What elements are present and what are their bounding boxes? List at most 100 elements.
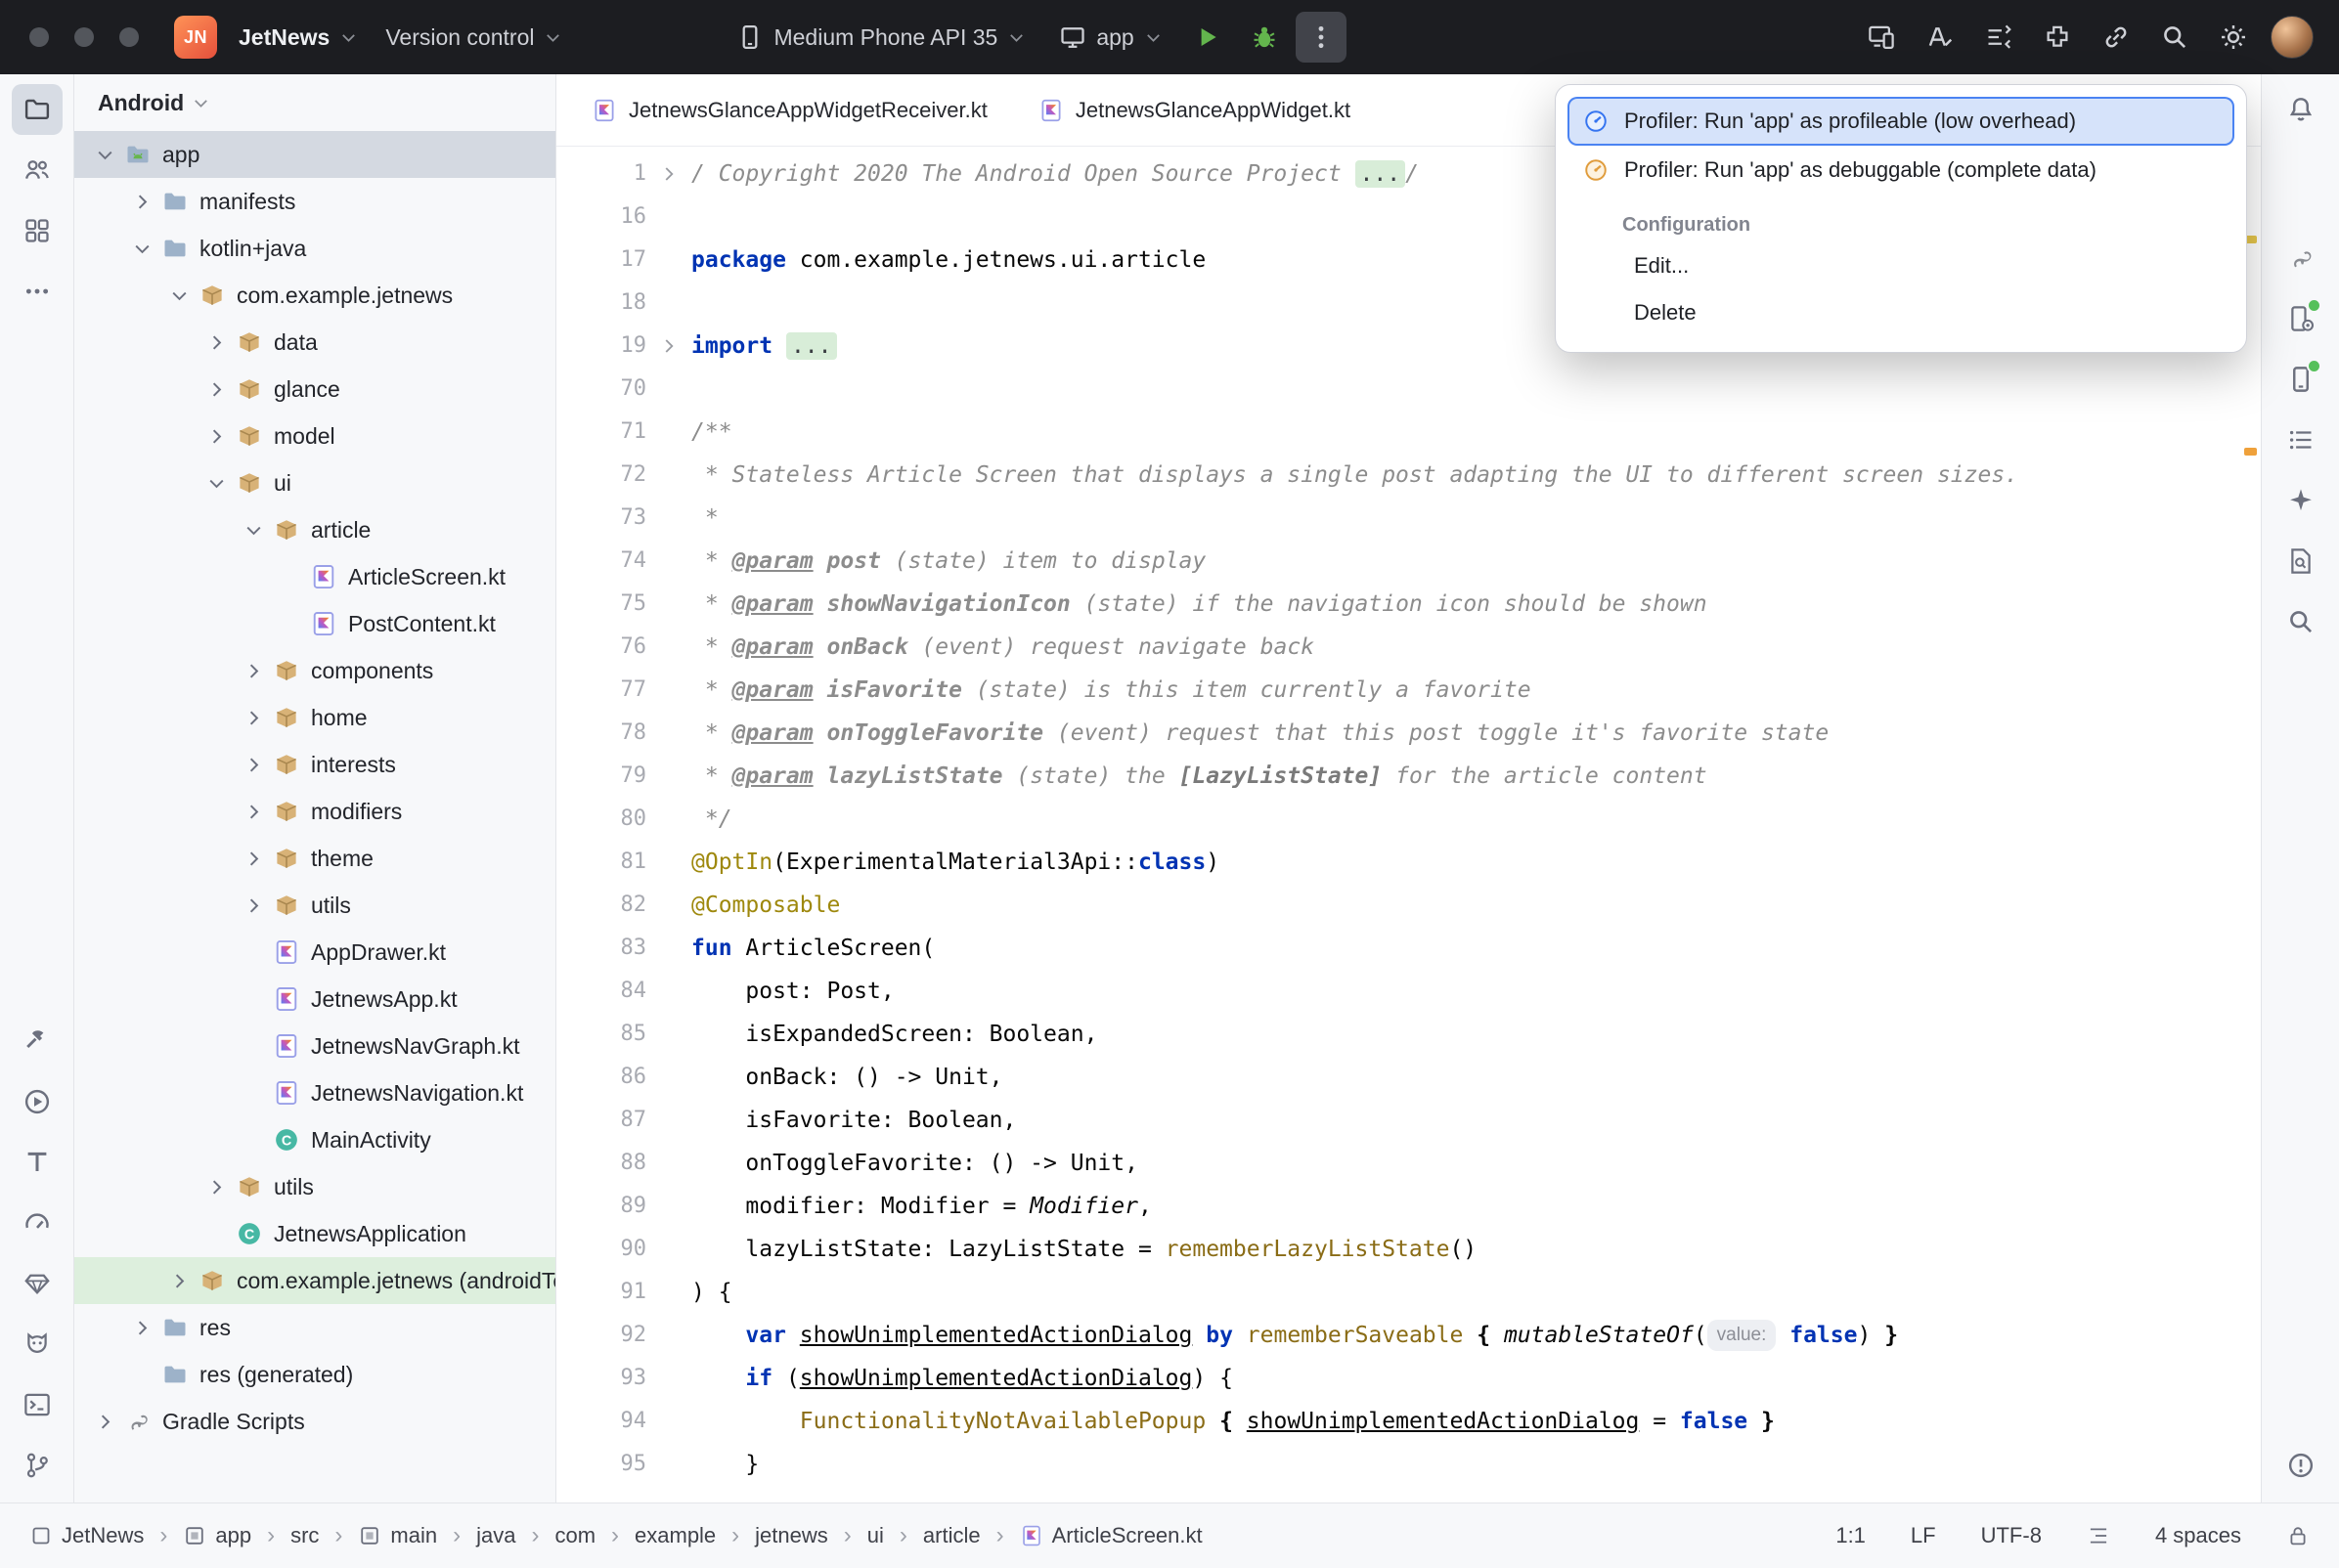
- editor-tab-JetnewsGlanceAppWidgetReceiver.kt[interactable]: JetnewsGlanceAppWidgetReceiver.kt: [566, 74, 1013, 146]
- code-line-82[interactable]: 82@Composable: [556, 884, 2261, 927]
- chevron-right-icon[interactable]: [199, 332, 233, 353]
- chevron-right-icon[interactable]: [237, 755, 270, 775]
- tree-item-PostContent.kt[interactable]: PostContent.kt: [74, 600, 555, 647]
- chevron-right-icon[interactable]: [237, 802, 270, 822]
- code-line-87[interactable]: 87 isFavorite: Boolean,: [556, 1099, 2261, 1142]
- breadcrumb-ArticleScreen.kt[interactable]: ArticleScreen.kt: [1020, 1523, 1203, 1548]
- code-inspection-icon[interactable]: [1915, 12, 1965, 63]
- file-encoding[interactable]: UTF-8: [1981, 1523, 2042, 1548]
- find-icon[interactable]: [2275, 596, 2326, 647]
- breadcrumb-JetNews[interactable]: JetNews: [29, 1523, 144, 1548]
- breadcrumb-src[interactable]: src: [290, 1523, 319, 1548]
- breadcrumb-main[interactable]: main: [358, 1523, 437, 1548]
- user-avatar[interactable]: [2271, 16, 2314, 59]
- tree-item-interests[interactable]: interests: [74, 741, 555, 788]
- code-line-93[interactable]: 93 if (showUnimplementedActionDialog) {: [556, 1357, 2261, 1400]
- chevron-down-icon[interactable]: [199, 473, 233, 494]
- tree-item-JetnewsNavGraph.kt[interactable]: JetnewsNavGraph.kt: [74, 1023, 555, 1069]
- tree-item-utils[interactable]: utils: [74, 1163, 555, 1210]
- run-button[interactable]: [1182, 12, 1233, 63]
- app-inspection-icon[interactable]: [12, 1258, 63, 1309]
- code-line-75[interactable]: 75 * @param showNavigationIcon (state) i…: [556, 583, 2261, 626]
- delete-configuration-option[interactable]: Delete: [1567, 289, 2234, 336]
- logcat-icon[interactable]: [12, 1319, 63, 1370]
- chevron-right-icon[interactable]: [88, 1412, 121, 1432]
- tree-item-app[interactable]: app: [74, 131, 555, 178]
- tree-item-com.example.jetnews-androidTest-[interactable]: com.example.jetnews (androidTest): [74, 1257, 555, 1304]
- code-line-89[interactable]: 89 modifier: Modifier = Modifier,: [556, 1185, 2261, 1228]
- tree-item-kotlin+java[interactable]: kotlin+java: [74, 225, 555, 272]
- version-control-icon[interactable]: [12, 1440, 63, 1491]
- resource-manager-icon[interactable]: [12, 205, 63, 256]
- more-run-options-button[interactable]: [1296, 12, 1346, 63]
- tree-item-ArticleScreen.kt[interactable]: ArticleScreen.kt: [74, 553, 555, 600]
- chevron-right-icon[interactable]: [199, 426, 233, 447]
- settings-icon[interactable]: [2208, 12, 2259, 63]
- search-everywhere-icon[interactable]: [2149, 12, 2200, 63]
- profiler-icon[interactable]: [12, 1198, 63, 1248]
- app-quality-insights-icon[interactable]: [2275, 536, 2326, 587]
- build-variants-icon[interactable]: [1973, 12, 2024, 63]
- chevron-down-icon[interactable]: [162, 285, 196, 306]
- run-tool-window-icon[interactable]: [12, 1076, 63, 1127]
- caret-position[interactable]: 1:1: [1835, 1523, 1866, 1548]
- code-line-88[interactable]: 88 onToggleFavorite: () -> Unit,: [556, 1142, 2261, 1185]
- debug-button[interactable]: [1239, 12, 1290, 63]
- sync-project-icon[interactable]: [2091, 12, 2141, 63]
- chevron-right-icon[interactable]: [199, 1177, 233, 1198]
- code-line-78[interactable]: 78 * @param onToggleFavorite (event) req…: [556, 712, 2261, 755]
- edit-configuration-option[interactable]: Edit...: [1567, 242, 2234, 289]
- todo-icon[interactable]: [12, 1137, 63, 1188]
- notifications-icon[interactable]: [2275, 84, 2326, 135]
- code-line-71[interactable]: 71/**: [556, 411, 2261, 454]
- minimize-window-button[interactable]: [74, 27, 94, 47]
- plugins-icon[interactable]: [2032, 12, 2083, 63]
- breadcrumb-jetnews[interactable]: jetnews: [755, 1523, 828, 1548]
- code-line-74[interactable]: 74 * @param post (state) item to display: [556, 540, 2261, 583]
- tree-item-home[interactable]: home: [74, 694, 555, 741]
- code-line-94[interactable]: 94 FunctionalityNotAvailablePopup { show…: [556, 1400, 2261, 1443]
- code-line-86[interactable]: 86 onBack: () -> Unit,: [556, 1056, 2261, 1099]
- tree-item-theme[interactable]: theme: [74, 835, 555, 882]
- chevron-right-icon[interactable]: [199, 379, 233, 400]
- chevron-right-icon[interactable]: [162, 1271, 196, 1291]
- device-mirroring-icon[interactable]: [1856, 12, 1907, 63]
- chevron-right-icon[interactable]: [237, 895, 270, 916]
- chevron-right-icon[interactable]: [237, 708, 270, 728]
- tree-item-AppDrawer.kt[interactable]: AppDrawer.kt: [74, 929, 555, 976]
- close-window-button[interactable]: [29, 27, 49, 47]
- editor-tab-JetnewsGlanceAppWidget.kt[interactable]: JetnewsGlanceAppWidget.kt: [1013, 74, 1376, 146]
- run-configuration-selector[interactable]: app: [1045, 12, 1175, 63]
- code-line-70[interactable]: 70: [556, 368, 2261, 411]
- code-line-72[interactable]: 72 * Stateless Article Screen that displ…: [556, 454, 2261, 497]
- tree-item-data[interactable]: data: [74, 319, 555, 366]
- tree-item-Gradle-Scripts[interactable]: Gradle Scripts: [74, 1398, 555, 1445]
- code-line-84[interactable]: 84 post: Post,: [556, 970, 2261, 1013]
- profiler-debuggable-option[interactable]: Profiler: Run 'app' as debuggable (compl…: [1567, 146, 2234, 195]
- code-line-73[interactable]: 73 *: [556, 497, 2261, 540]
- tree-item-JetnewsApp.kt[interactable]: JetnewsApp.kt: [74, 976, 555, 1023]
- breadcrumb-ui[interactable]: ui: [867, 1523, 884, 1548]
- code-line-95[interactable]: 95 }: [556, 1443, 2261, 1486]
- fold-arrow-icon[interactable]: [646, 325, 691, 368]
- tree-item-MainActivity[interactable]: CMainActivity: [74, 1116, 555, 1163]
- chevron-down-icon[interactable]: [237, 520, 270, 541]
- code-line-81[interactable]: 81@OptIn(ExperimentalMaterial3Api::class…: [556, 841, 2261, 884]
- more-tool-windows-icon[interactable]: [12, 266, 63, 317]
- tree-item-ui[interactable]: ui: [74, 459, 555, 506]
- code-line-91[interactable]: 91) {: [556, 1271, 2261, 1314]
- profiler-profileable-option[interactable]: Profiler: Run 'app' as profileable (low …: [1567, 97, 2234, 146]
- tree-item-glance[interactable]: glance: [74, 366, 555, 413]
- breadcrumb-java[interactable]: java: [476, 1523, 515, 1548]
- code-line-77[interactable]: 77 * @param isFavorite (state) is this i…: [556, 669, 2261, 712]
- code-line-83[interactable]: 83fun ArticleScreen(: [556, 927, 2261, 970]
- project-menu[interactable]: JetNews: [225, 12, 372, 63]
- structure-icon[interactable]: [2275, 414, 2326, 465]
- tree-item-manifests[interactable]: manifests: [74, 178, 555, 225]
- breadcrumb-example[interactable]: example: [635, 1523, 716, 1548]
- chevron-right-icon[interactable]: [237, 661, 270, 681]
- build-icon[interactable]: [12, 1016, 63, 1067]
- tree-item-JetnewsApplication[interactable]: CJetnewsApplication: [74, 1210, 555, 1257]
- fold-arrow-icon[interactable]: [646, 152, 691, 196]
- tree-item-JetnewsNavigation.kt[interactable]: JetnewsNavigation.kt: [74, 1069, 555, 1116]
